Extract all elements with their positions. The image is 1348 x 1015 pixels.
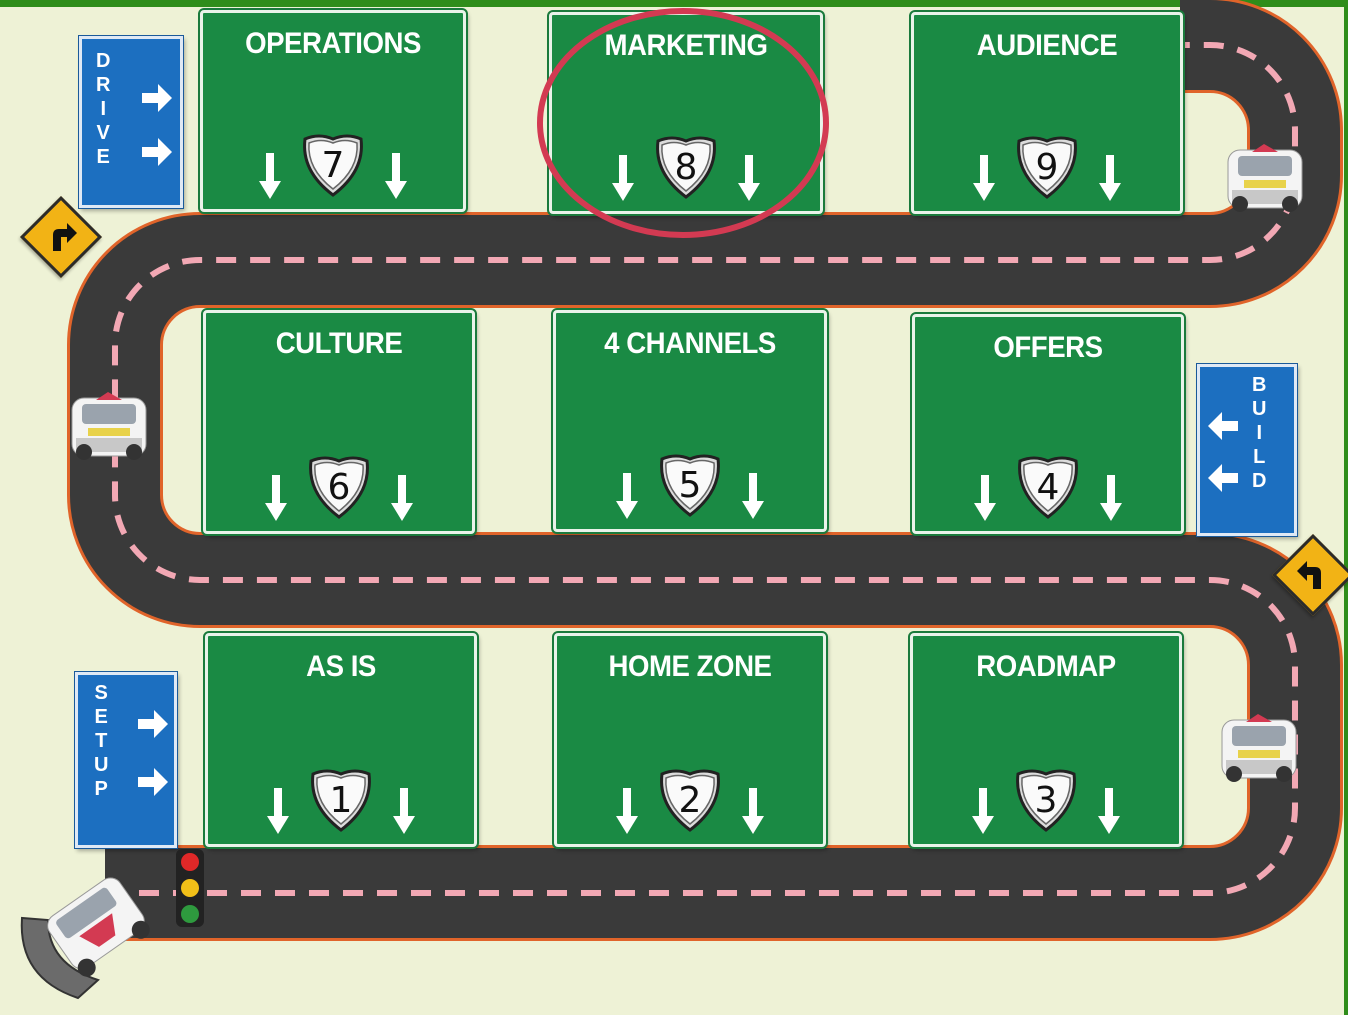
route-sign[interactable]: CULTURE 6: [203, 310, 475, 534]
arrow-down-icon: [612, 155, 634, 201]
route-sign[interactable]: MARKETING 8: [549, 12, 823, 214]
race-car-icon: [1227, 144, 1303, 212]
build-letter: L: [1253, 446, 1266, 468]
route-number: 2: [678, 780, 702, 821]
arrow-right-icon: [138, 710, 168, 738]
setup-letter: T: [95, 730, 108, 752]
arrow-left-icon: [1208, 412, 1238, 440]
arrow-down-icon: [616, 788, 638, 834]
arrow-down-icon: [385, 153, 407, 199]
sign-title: OFFERS: [993, 331, 1103, 364]
yellow-light: [181, 879, 199, 897]
drive-letter: E: [96, 146, 110, 168]
sign-route: 8: [552, 133, 820, 201]
interstate-shield-icon: 1: [307, 766, 375, 834]
interstate-shield-icon: 4: [1014, 453, 1082, 521]
interstate-shield-icon: 5: [656, 451, 724, 519]
sign-title: 4 CHANNELS: [604, 327, 776, 360]
interstate-shield-icon: 6: [305, 453, 373, 521]
sign-route: 5: [556, 451, 824, 519]
sign-route: 3: [913, 766, 1179, 834]
interstate-shield-icon: 7: [299, 131, 367, 199]
arrow-right-icon: [142, 84, 172, 112]
sign-title: HOME ZONE: [608, 650, 772, 683]
arrow-right-icon: [138, 768, 168, 796]
drive-letters: D R I V E: [96, 49, 110, 169]
arrow-down-icon: [393, 788, 415, 834]
build-letter: B: [1252, 374, 1267, 396]
sign-route: 6: [206, 453, 472, 521]
drive-letter: I: [100, 98, 106, 120]
route-sign[interactable]: OPERATIONS 7: [200, 10, 466, 212]
arrow-down-icon: [259, 153, 281, 199]
route-sign[interactable]: AUDIENCE 9: [911, 12, 1183, 214]
route-number: 4: [1036, 467, 1060, 508]
drive-letter: R: [96, 74, 111, 96]
drive-letter: D: [96, 50, 111, 72]
arrow-down-icon: [1100, 475, 1122, 521]
arrow-down-icon: [972, 788, 994, 834]
arrow-down-icon: [742, 788, 764, 834]
route-sign[interactable]: HOME ZONE 2: [554, 633, 826, 847]
arrow-down-icon: [1099, 155, 1121, 201]
route-sign[interactable]: 4 CHANNELS 5: [553, 310, 827, 532]
build-phase-sign: B U I L D: [1197, 364, 1297, 536]
sign-route: 9: [914, 133, 1180, 201]
route-sign[interactable]: OFFERS 4: [912, 314, 1184, 534]
build-letter: D: [1252, 470, 1267, 492]
arrow-down-icon: [974, 475, 996, 521]
arrow-down-icon: [973, 155, 995, 201]
interstate-shield-icon: 9: [1013, 133, 1081, 201]
interstate-shield-icon: 8: [652, 133, 720, 201]
arrow-down-icon: [391, 475, 413, 521]
route-number: 7: [321, 145, 345, 186]
arrow-down-icon: [742, 473, 764, 519]
roadmap-board: OPERATIONS 7 MARKETING 8 AUDIENCE 9 CULTURE 6 4 …: [0, 0, 1348, 1015]
drive-phase-sign: D R I V E: [79, 36, 183, 208]
setup-letter: P: [94, 778, 108, 800]
route-number: 6: [327, 467, 351, 508]
arrow-down-icon: [1098, 788, 1120, 834]
route-number: 5: [678, 465, 702, 506]
arrow-right-icon: [142, 138, 172, 166]
arrow-left-icon: [1208, 464, 1238, 492]
setup-letters: S E T U P: [94, 681, 108, 801]
sign-route: 1: [208, 766, 474, 834]
green-light: [181, 905, 199, 923]
race-car-icon: [1221, 714, 1297, 782]
sign-title: ROADMAP: [976, 650, 1116, 683]
sign-title: OPERATIONS: [245, 27, 421, 60]
route-number: 1: [329, 780, 353, 821]
sign-route: 4: [915, 453, 1181, 521]
build-letter: U: [1252, 398, 1267, 420]
sign-route: 7: [203, 131, 463, 199]
route-number: 8: [674, 147, 698, 188]
arrow-down-icon: [616, 473, 638, 519]
route-sign[interactable]: AS IS 1: [205, 633, 477, 847]
sign-title: AS IS: [306, 650, 376, 683]
build-letters: B U I L D: [1252, 373, 1266, 493]
sign-route: 2: [557, 766, 823, 834]
route-number: 9: [1035, 147, 1059, 188]
sign-title: MARKETING: [604, 29, 768, 62]
setup-letter: U: [94, 754, 109, 776]
sign-title: CULTURE: [275, 327, 403, 360]
route-sign[interactable]: ROADMAP 3: [910, 633, 1182, 847]
setup-phase-sign: S E T U P: [75, 672, 177, 848]
traffic-light-icon: [176, 849, 204, 927]
build-letter: I: [1256, 422, 1262, 444]
interstate-shield-icon: 2: [656, 766, 724, 834]
setup-letter: E: [94, 706, 108, 728]
start-car-icon: [20, 877, 150, 1000]
setup-letter: S: [94, 682, 108, 704]
route-number: 3: [1034, 780, 1058, 821]
drive-letter: V: [96, 122, 110, 144]
arrow-down-icon: [738, 155, 760, 201]
arrow-down-icon: [265, 475, 287, 521]
interstate-shield-icon: 3: [1012, 766, 1080, 834]
sign-title: AUDIENCE: [976, 29, 1118, 62]
arrow-down-icon: [267, 788, 289, 834]
race-car-icon: [71, 392, 147, 460]
red-light: [181, 853, 199, 871]
